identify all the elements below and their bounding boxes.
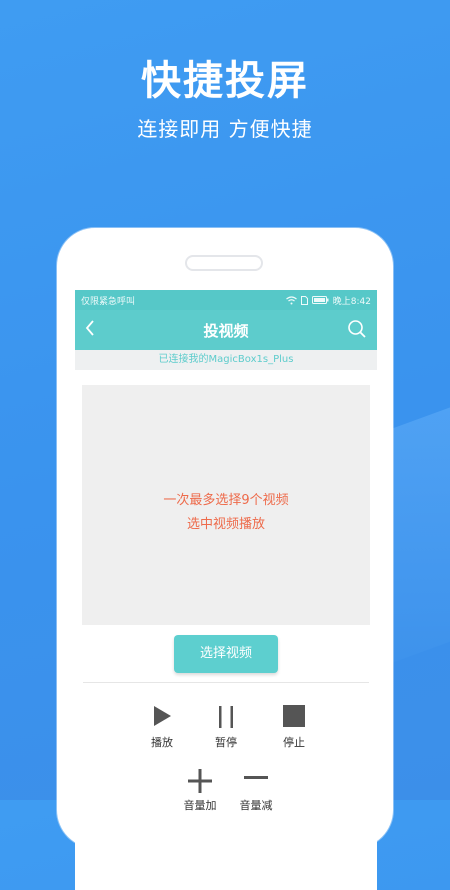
volume-down-button[interactable]: 音量减 [231,768,281,813]
search-icon [348,320,366,338]
promo-headline: 快捷投屏 [141,58,309,104]
status-right-group: 晚上8:42 [285,294,371,307]
search-button[interactable] [347,319,367,343]
stop-label: 停止 [283,736,305,749]
connection-status: 已连接我的MagicBox1s_Plus [75,350,377,370]
sim-icon [300,295,308,305]
app-bar-title: 投视频 [203,322,249,340]
plus-icon [188,769,212,793]
phone-frame: 仅限紧急呼叫 晚上8:42 投视频 已连接我的MagicBox1s_Plus 一… [57,228,393,890]
stop-button[interactable]: 停止 [269,705,319,750]
phone-speaker [185,255,263,271]
pause-label: 暂停 [215,736,237,749]
pause-button[interactable]: 暂停 [201,705,251,750]
status-bar: 仅限紧急呼叫 晚上8:42 [75,290,377,310]
phone-screen: 仅限紧急呼叫 晚上8:42 投视频 已连接我的MagicBox1s_Plus 一… [75,290,377,890]
status-time: 晚上8:42 [332,296,371,307]
video-selection-area[interactable]: 一次最多选择9个视频 选中视频播放 [82,385,370,625]
select-video-button[interactable]: 选择视频 [174,635,278,673]
volume-up-label: 音量加 [183,799,217,812]
status-carrier-text: 仅限紧急呼叫 [81,296,136,307]
video-play-message: 选中视频播放 [186,517,265,532]
volume-up-button[interactable]: 音量加 [175,768,225,813]
wifi-icon [285,295,297,304]
video-limit-message: 一次最多选择9个视频 [163,493,289,508]
divider [83,682,369,683]
play-button[interactable]: 播放 [137,705,187,750]
play-icon [154,706,171,726]
play-label: 播放 [151,736,173,749]
minus-icon [244,776,268,779]
battery-icon [311,296,329,304]
pause-icon [219,706,233,728]
volume-down-label: 音量减 [239,799,273,812]
promo-subline: 连接即用 方便快捷 [137,117,313,141]
stop-icon [283,705,305,727]
app-bar: 投视频 [75,310,377,350]
